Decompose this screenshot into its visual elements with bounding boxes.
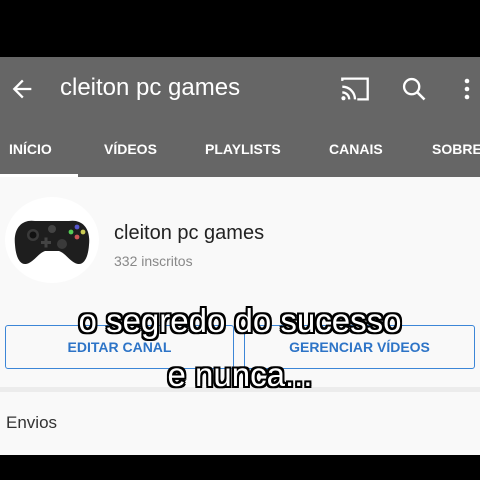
app-screen: cleiton pc games INÍCIO VÍDEOS PLAYLISTS… xyxy=(0,57,480,455)
tab-sobre[interactable]: SOBRE xyxy=(432,141,480,157)
cast-icon[interactable] xyxy=(340,76,370,102)
active-tab-indicator xyxy=(0,174,78,177)
tab-inicio[interactable]: INÍCIO xyxy=(9,141,52,157)
subscriber-count: 332 inscritos xyxy=(114,253,193,269)
channel-tabs: INÍCIO VÍDEOS PLAYLISTS CANAIS SOBRE xyxy=(0,127,480,177)
app-bar: cleiton pc games INÍCIO VÍDEOS PLAYLISTS… xyxy=(0,57,480,177)
channel-avatar[interactable] xyxy=(5,197,99,283)
channel-name: cleiton pc games xyxy=(114,222,265,244)
search-icon[interactable] xyxy=(400,75,428,103)
more-vert-icon[interactable] xyxy=(455,75,479,103)
caption-line-2: e nunca... xyxy=(167,356,313,393)
caption-line-1: o segredo do sucesso xyxy=(78,302,402,339)
tab-canais[interactable]: CANAIS xyxy=(329,141,383,157)
back-arrow-icon[interactable] xyxy=(8,75,36,103)
tab-videos[interactable]: VÍDEOS xyxy=(104,141,157,157)
tab-playlists[interactable]: PLAYLISTS xyxy=(205,141,281,157)
channel-title: cleiton pc games xyxy=(60,74,241,101)
uploads-heading: Envios xyxy=(6,413,58,432)
game-controller-icon xyxy=(14,220,90,265)
